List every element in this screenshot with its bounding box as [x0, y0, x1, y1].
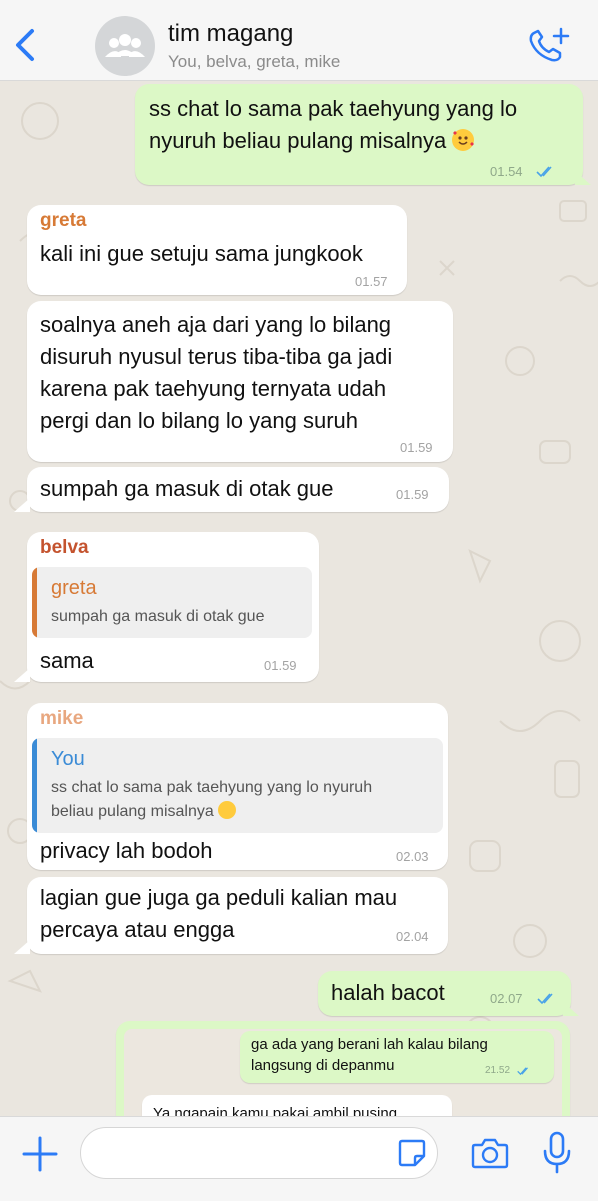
sender-name: belva [40, 537, 89, 558]
message-time: 02.03 [396, 849, 429, 864]
message-text: halah bacot [331, 980, 445, 1005]
message-time: 01.59 [264, 658, 297, 673]
message-time: 02.04 [396, 929, 429, 944]
camera-icon[interactable] [470, 1133, 510, 1173]
sender-name: greta [40, 210, 87, 231]
preview-outgoing-bubble: ga ada yang berani lah kalau bilang lang… [240, 1031, 554, 1083]
message-outgoing[interactable]: halah bacot 02.07 [318, 971, 579, 1016]
message-text: privacy lah bodoh [40, 838, 213, 863]
smiling-face-with-hearts-icon [452, 129, 475, 151]
message-incoming[interactable]: greta kali ini gue setuju sama jungkook … [27, 205, 407, 295]
sticker-icon[interactable] [397, 1138, 427, 1168]
message-text: lagian gue juga ga peduli kalian mau per… [40, 885, 398, 942]
message-time: 01.59 [400, 440, 433, 455]
quoted-message[interactable]: greta sumpah ga masuk di otak gue [32, 567, 312, 638]
sender-name: mike [40, 708, 84, 729]
preview-text: Ya ngapain kamu pakai ambil pusing [153, 1105, 398, 1116]
message-time: 01.59 [396, 487, 429, 502]
chat-participants[interactable]: You, belva, greta, mike [168, 52, 340, 72]
message-text: ss chat lo sama pak taehyung yang lo nyu… [149, 96, 518, 153]
message-input[interactable] [80, 1127, 438, 1179]
message-time: 01.57 [355, 274, 388, 289]
smiling-face-with-hearts-icon [218, 801, 237, 819]
message-incoming[interactable]: mike You ss chat lo sama pak taehyung ya… [27, 703, 448, 870]
message-incoming[interactable]: lagian gue juga ga peduli kalian mau per… [14, 877, 448, 954]
quoted-text: sumpah ga masuk di otak gue [51, 608, 265, 625]
double-check-icon [536, 166, 552, 178]
quoted-text: ss chat lo sama pak taehyung yang lo nyu… [51, 779, 373, 820]
message-time: 02.07 [490, 991, 523, 1006]
group-avatar-icon[interactable] [95, 16, 155, 76]
quoted-sender: You [51, 748, 85, 770]
message-outgoing[interactable]: ss chat lo sama pak taehyung yang lo nyu… [135, 84, 591, 185]
message-incoming[interactable]: sumpah ga masuk di otak gue 01.59 [14, 467, 449, 512]
preview-time: 21.52 [485, 1065, 511, 1076]
chevron-left-icon[interactable] [10, 25, 40, 65]
quoted-message[interactable]: You ss chat lo sama pak taehyung yang lo… [32, 738, 443, 833]
chat-area[interactable]: ss chat lo sama pak taehyung yang lo nyu… [0, 81, 598, 1116]
message-text: kali ini gue setuju sama jungkook [40, 241, 363, 266]
message-incoming[interactable]: soalnya aneh aja dari yang lo bilang dis… [27, 301, 453, 462]
double-check-icon [537, 993, 553, 1005]
microphone-icon[interactable] [540, 1131, 574, 1175]
message-outgoing-image[interactable]: ga ada yang berani lah kalau bilang lang… [116, 1021, 570, 1116]
message-time: 01.54 [490, 164, 523, 179]
double-check-icon [517, 1067, 528, 1076]
message-text: soalnya aneh aja dari yang lo bilang dis… [40, 312, 393, 433]
message-input-bar [0, 1116, 598, 1201]
message-text: sumpah ga masuk di otak gue [40, 476, 334, 501]
quoted-sender: greta [51, 577, 97, 599]
preview-incoming-bubble: Ya ngapain kamu pakai ambil pusing [142, 1095, 452, 1116]
message-text: sama [40, 648, 94, 673]
message-incoming[interactable]: belva greta sumpah ga masuk di otak gue … [14, 532, 319, 682]
image-preview[interactable]: ga ada yang berani lah kalau bilang lang… [124, 1029, 562, 1116]
chat-header: tim magang You, belva, greta, mike [0, 0, 598, 81]
chat-title[interactable]: tim magang [168, 20, 293, 48]
plus-icon[interactable] [20, 1134, 60, 1174]
add-call-icon[interactable] [526, 27, 570, 65]
